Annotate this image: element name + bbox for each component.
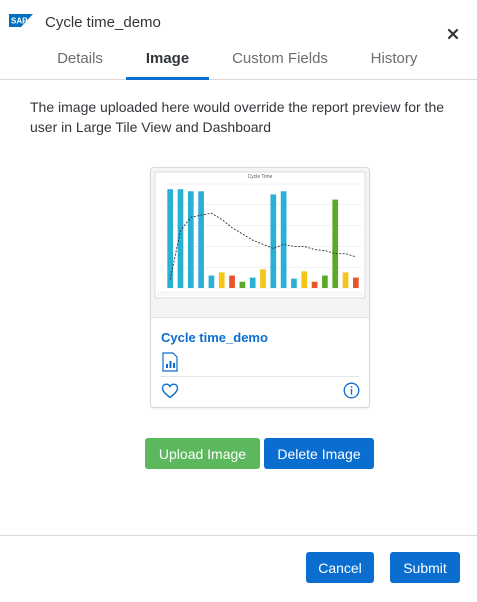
thumbnail-bar [167, 189, 173, 288]
tab-bar: Details Image Custom Fields History [0, 44, 477, 80]
thumbnail-bar [229, 275, 235, 288]
thumbnail-bar [342, 272, 349, 288]
report-title[interactable]: Cycle time_demo [161, 330, 268, 345]
thumbnail-chart: Cycle Time [151, 168, 369, 317]
close-icon[interactable] [444, 25, 462, 43]
dialog: SAP Cycle time_demo Details Image Custom… [0, 0, 477, 602]
thumbnail-bar [208, 275, 215, 288]
thumbnail-bar [301, 271, 308, 288]
thumbnail-bar [218, 272, 225, 288]
thumbnail-bar [332, 199, 339, 288]
svg-text:SAP: SAP [11, 17, 28, 26]
upload-image-button[interactable]: Upload Image [145, 438, 260, 469]
thumbnail-bar [198, 191, 204, 288]
thumbnail-bar [260, 269, 266, 288]
tab-history[interactable]: History [364, 44, 424, 80]
heart-icon[interactable] [161, 382, 179, 400]
dialog-header: SAP Cycle time_demo Details Image Custom… [0, 0, 477, 80]
sap-logo-icon: SAP [9, 14, 33, 27]
thumbnail-bar [322, 275, 328, 288]
thumbnail-bar [280, 191, 287, 288]
tab-image[interactable]: Image [126, 44, 209, 80]
delete-image-button[interactable]: Delete Image [264, 438, 374, 469]
report-icon [162, 352, 178, 372]
dialog-title: Cycle time_demo [45, 14, 161, 31]
tile-divider [161, 376, 359, 377]
submit-button[interactable]: Submit [390, 552, 460, 583]
info-icon[interactable] [343, 382, 360, 399]
thumbnail-bar [177, 189, 184, 288]
thumbnail-bar [270, 194, 277, 288]
report-tile[interactable]: Cycle Time Cycle time_demo [150, 167, 370, 408]
thumbnail-bar [239, 281, 246, 288]
tab-details[interactable]: Details [55, 44, 105, 80]
thumbnail-bar [353, 277, 359, 288]
thumbnail-bar [311, 281, 318, 288]
thumbnail-chart-title: Cycle Time [248, 174, 273, 180]
image-description: The image uploaded here would override t… [30, 99, 445, 135]
cancel-button[interactable]: Cancel [306, 552, 374, 583]
dialog-footer: Cancel Submit [0, 535, 477, 602]
thumbnail-bar [187, 191, 194, 288]
thumbnail-bar [291, 278, 297, 288]
report-thumbnail: Cycle Time [151, 168, 369, 318]
thumbnail-bar [249, 277, 256, 288]
active-tab-indicator [126, 77, 209, 80]
tab-custom-fields[interactable]: Custom Fields [228, 44, 332, 80]
